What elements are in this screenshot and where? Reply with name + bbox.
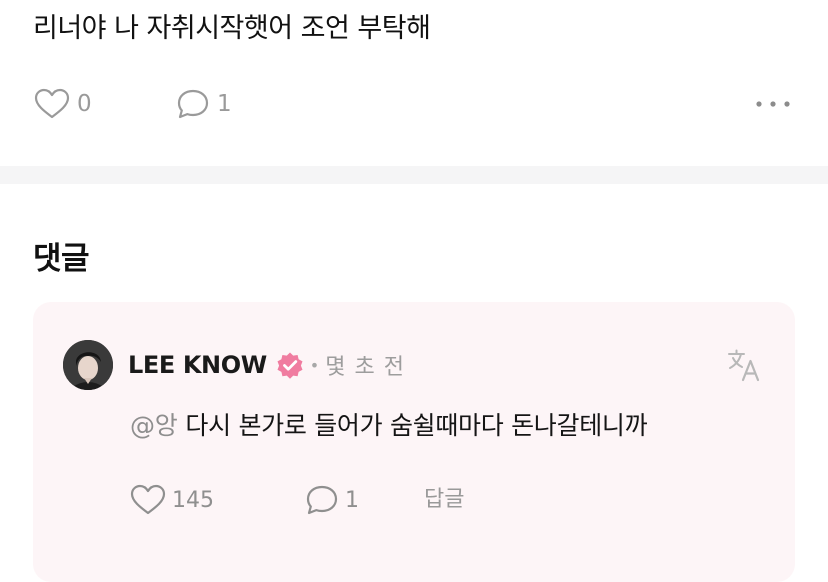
post-more-button[interactable] [754, 86, 792, 122]
comment-author-name[interactable]: LEE KNOW [128, 351, 267, 379]
post-text: 리너야 나 자취시작햇어 조언 부탁해 [33, 13, 431, 44]
verified-badge-icon [277, 352, 303, 379]
comment-reply-count-button[interactable]: 1 [305, 482, 359, 518]
post-actions: 0 1 [34, 86, 794, 122]
section-separator [0, 166, 828, 184]
more-dots-icon [756, 101, 790, 107]
comment-card: LEE KNOW • 몇 초 전 @앙 다시 본가로 들어가 숨쉴때마다 돈나갈테… [33, 302, 795, 582]
comment-text: 다시 본가로 들어가 숨쉴때마다 돈나갈테니까 [185, 411, 648, 440]
avatar-image [63, 340, 113, 390]
comment-actions: 145 1 답글 [130, 482, 730, 518]
comments-section-title: 댓글 [33, 241, 90, 277]
comment-author-row: LEE KNOW • 몇 초 전 [128, 348, 405, 382]
heart-icon [130, 484, 166, 515]
comment-mention[interactable]: @앙 [130, 411, 178, 440]
comment-bubble-icon [177, 89, 209, 119]
comment-reply-count: 1 [345, 487, 359, 513]
post-like-count: 0 [77, 91, 92, 117]
comment-like-button[interactable]: 145 [130, 482, 214, 518]
comment-body: @앙 다시 본가로 들어가 숨쉴때마다 돈나갈테니까 [130, 406, 648, 442]
comment-time: 몇 초 전 [325, 355, 405, 380]
translate-button[interactable] [727, 348, 761, 382]
post-comment-button[interactable]: 1 [176, 86, 232, 122]
reply-button[interactable]: 답글 [424, 482, 464, 518]
meta-separator: • [309, 355, 320, 375]
post-like-button[interactable]: 0 [34, 86, 92, 122]
comment-bubble-icon [306, 485, 338, 515]
translate-icon [728, 349, 760, 382]
avatar[interactable] [63, 340, 113, 390]
post-comment-count: 1 [217, 91, 232, 117]
heart-icon [34, 88, 70, 119]
post: 리너야 나 자취시작햇어 조언 부탁해 0 1 [0, 0, 828, 166]
comment-like-count: 145 [172, 487, 214, 513]
